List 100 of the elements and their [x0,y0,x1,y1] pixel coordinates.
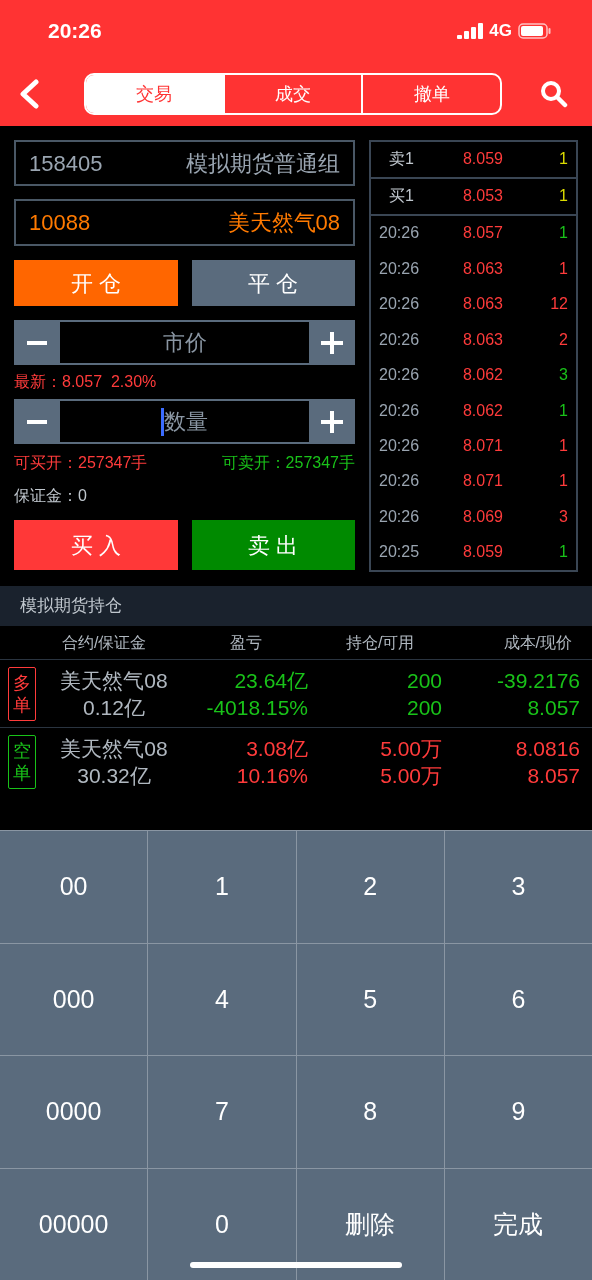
trade-price: 8.059 [461,542,503,563]
trade-time: 20:26 [379,400,421,421]
trade-price: 8.071 [461,436,503,457]
trade-price: 8.069 [461,506,503,527]
trade-price: 8.063 [461,329,503,350]
holding-value: 200 [406,667,442,694]
holding-value: 5.00万 [380,736,442,762]
trade-price: 8.062 [461,365,503,386]
available-value: 200 [406,694,442,721]
plus-icon [321,410,343,433]
battery-icon [518,23,552,39]
trade-price: 8.062 [461,400,503,421]
keypad-key[interactable]: 2 [296,831,444,943]
input-field[interactable]: 数量 [60,401,309,442]
keypad-key[interactable]: 4 [148,943,296,1055]
clock-time: 20:26 [48,18,102,45]
sellable-amount: 可卖开：257347手 [221,453,355,473]
quote-volume: 1 [559,186,568,207]
plus-icon [321,331,343,354]
profit-value: 3.08亿 [246,736,308,762]
contract-name: 美天然气08 [60,736,168,762]
trade-price: 8.057 [461,223,503,244]
current-price: 8.057 [527,694,580,721]
trade-price: 8.063 [461,258,503,279]
trade-volume: 1 [559,471,568,492]
keypad-key[interactable]: 00000 [0,1168,148,1280]
margin-text: 保证金：0 [14,486,88,506]
profit-percent: -4018.15% [206,694,308,721]
keypad-key[interactable]: 5 [296,943,444,1055]
back-icon [18,79,40,109]
keypad-key[interactable]: 0000 [0,1056,148,1168]
trade-volume: 1 [559,223,568,244]
profit-value: 23.64亿 [234,667,308,694]
keypad-key[interactable]: 000 [0,943,148,1055]
trade-price: 8.063 [461,294,503,315]
keypad-key[interactable]: 删除 [296,1168,444,1280]
input-field[interactable]: 市价 [60,322,309,363]
trade-volume: 2 [559,329,568,350]
minus-icon [27,419,47,424]
column-header: 持仓/可用 [346,632,415,653]
tab[interactable]: 撤单 [361,75,500,113]
order-button[interactable]: 卖 出 [191,520,355,570]
account-group: 模拟期货普通组 [186,146,340,180]
cost-value: 8.0816 [515,736,580,762]
latest-price: 最新：8.057 2.30% [14,372,158,392]
trade-time: 20:26 [379,471,421,492]
keypad-key[interactable]: 9 [444,1056,592,1168]
margin-value: 30.32亿 [77,763,151,789]
trade-volume: 1 [559,400,568,421]
trade-volume: 1 [559,258,568,279]
quote-price: 8.053 [461,186,503,207]
contract-name: 美天然气08 [60,667,168,694]
keypad-key[interactable]: 3 [444,831,592,943]
search-icon [540,80,568,108]
contract-code: 10088 [29,209,91,237]
quote-label: 卖1 [388,149,415,170]
signal-icon [457,23,484,39]
side-tag: 多单 [8,666,36,721]
available-value: 5.00万 [380,763,442,789]
trade-volume: 1 [559,436,568,457]
tab[interactable]: 成交 [222,75,362,113]
network-label: 4G [489,20,512,43]
trade-time: 20:26 [379,258,421,279]
margin-value: 0.12亿 [83,694,145,721]
minus-icon [27,340,47,345]
column-header: 合约/保证金 [61,632,148,653]
keypad-key[interactable]: 完成 [444,1168,592,1280]
column-header: 成本/现价 [503,632,572,653]
keypad-key[interactable]: 7 [148,1056,296,1168]
section-title: 模拟期货持仓 [20,595,122,618]
buyable-amount: 可买开：257347手 [14,453,148,473]
trade-time: 20:26 [379,365,421,386]
keypad-key[interactable]: 1 [148,831,296,943]
mode-button[interactable]: 平 仓 [191,260,355,306]
trade-time: 20:26 [379,436,421,457]
trade-price: 8.071 [461,471,503,492]
cost-value: -39.2176 [497,667,580,694]
trade-volume: 12 [550,294,568,315]
side-tag: 空单 [8,735,36,789]
keypad-key[interactable]: 6 [444,943,592,1055]
trade-time: 20:25 [379,542,421,563]
quote-label: 买1 [388,186,415,207]
trade-time: 20:26 [379,223,421,244]
trade-volume: 3 [559,506,568,527]
search-button[interactable] [540,80,568,108]
current-price: 8.057 [527,763,580,789]
order-button[interactable]: 买 入 [14,520,178,570]
profit-percent: 10.16% [236,763,308,789]
quote-price: 8.059 [461,149,503,170]
account-id: 158405 [29,149,103,178]
trade-time: 20:26 [379,329,421,350]
trade-volume: 1 [559,542,568,563]
mode-button[interactable]: 开 仓 [14,260,178,306]
trade-time: 20:26 [379,506,421,527]
quote-volume: 1 [559,149,568,170]
tab[interactable]: 交易 [86,75,223,113]
keypad-key[interactable]: 0 [148,1168,296,1280]
contract-name: 美天然气08 [227,209,340,237]
keypad-key[interactable]: 8 [296,1056,444,1168]
keypad-key[interactable]: 00 [0,831,148,943]
